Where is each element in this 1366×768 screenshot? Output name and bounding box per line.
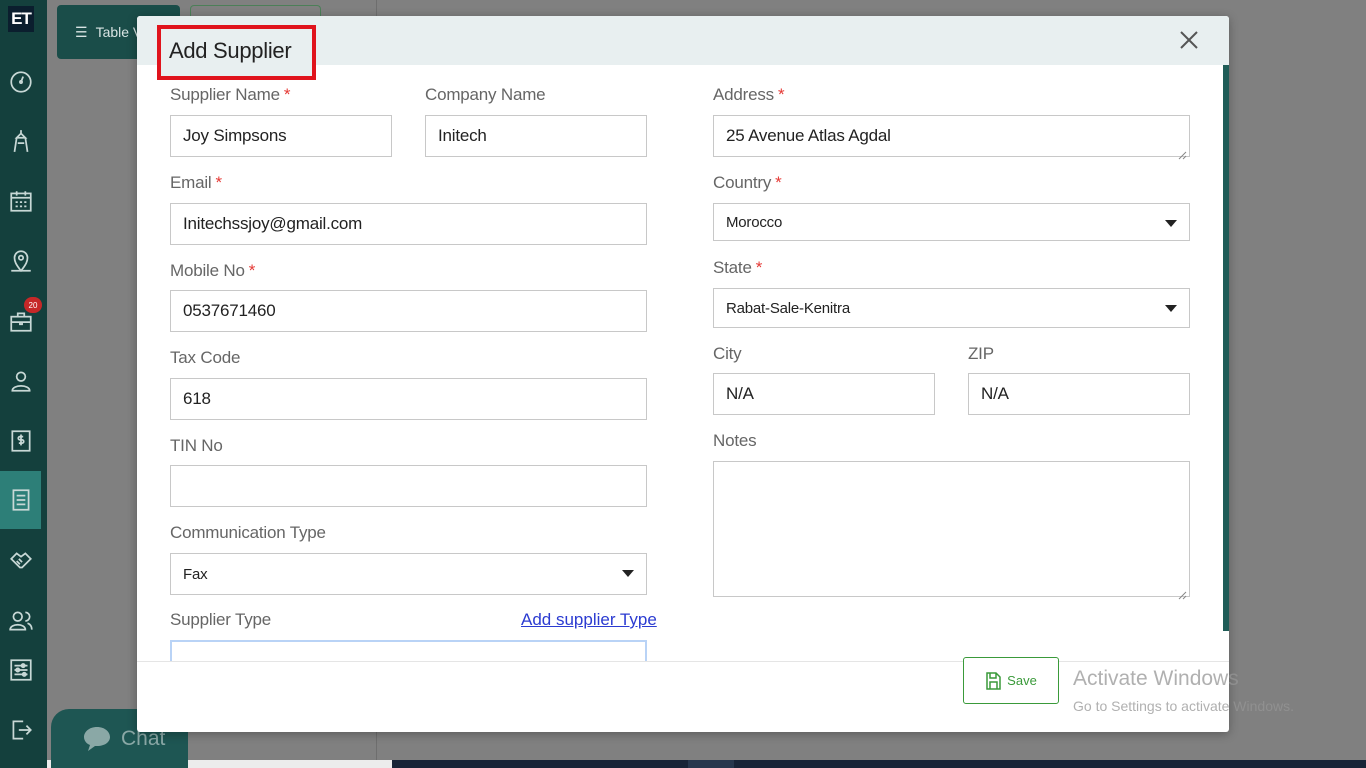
dashboard-icon[interactable] xyxy=(0,60,41,104)
communication-type-value: Fax xyxy=(183,565,208,583)
activate-windows-subtext: Go to Settings to activate Windows. xyxy=(1073,698,1294,714)
modal-footer-divider xyxy=(137,661,1229,662)
supplier-name-input[interactable]: Joy Simpsons xyxy=(170,115,392,157)
taskbar-item[interactable] xyxy=(688,760,734,768)
state-label: State * xyxy=(713,258,763,277)
chevron-down-icon xyxy=(622,570,634,577)
supplier-type-input[interactable] xyxy=(170,640,647,661)
tin-no-label: TIN No xyxy=(170,436,223,455)
supplier-type-label: Supplier Type xyxy=(170,610,272,629)
country-label: Country * xyxy=(713,173,782,192)
address-input[interactable]: 25 Avenue Atlas Agdal xyxy=(713,115,1190,160)
country-value: Morocco xyxy=(726,213,783,231)
email-label: Email * xyxy=(170,173,222,192)
notes-textarea[interactable] xyxy=(713,461,1190,600)
activate-windows-watermark: Activate Windows xyxy=(1073,667,1239,690)
supplier-name-label: Supplier Name * xyxy=(170,85,291,104)
filter-icon: ☰ xyxy=(75,23,88,40)
zip-input[interactable]: N/A xyxy=(968,373,1190,415)
country-select[interactable]: Morocco xyxy=(713,203,1190,241)
state-value: Rabat-Sale-Kenitra xyxy=(726,299,850,317)
mobile-no-input[interactable]: 0537671460 xyxy=(170,290,647,332)
company-name-label: Company Name xyxy=(425,85,546,104)
add-supplier-type-link[interactable]: Add supplier Type xyxy=(521,610,657,630)
address-value: 25 Avenue Atlas Agdal xyxy=(726,126,891,145)
resize-handle-icon[interactable] xyxy=(1178,145,1187,160)
tax-code-input[interactable]: 618 xyxy=(170,378,647,420)
list-icon[interactable] xyxy=(0,471,41,529)
add-supplier-modal: Add Supplier Supplier Name * Joy Simpsons… xyxy=(137,16,1229,732)
tin-no-input[interactable] xyxy=(170,465,647,507)
notification-badge: 20 xyxy=(24,297,42,313)
scrollbar[interactable] xyxy=(1223,65,1229,631)
save-label: Save xyxy=(1007,673,1037,688)
taskbar xyxy=(392,760,1366,768)
tax-code-label: Tax Code xyxy=(170,348,241,367)
app-logo: ET xyxy=(8,6,34,32)
modal-title: Add Supplier xyxy=(157,25,316,80)
mobile-no-label: Mobile No * xyxy=(170,261,256,280)
notes-label: Notes xyxy=(713,431,757,450)
city-label: City xyxy=(713,344,742,363)
save-button[interactable]: Save xyxy=(963,657,1059,704)
email-input[interactable]: Initechssjoy@gmail.com xyxy=(170,203,647,245)
address-label: Address * xyxy=(713,85,785,104)
city-input[interactable]: N/A xyxy=(713,373,935,415)
logout-icon[interactable] xyxy=(0,708,41,752)
map-pin-icon[interactable] xyxy=(0,239,41,283)
table-view-label: Table V xyxy=(95,24,143,40)
chevron-down-icon xyxy=(1165,305,1177,312)
chevron-down-icon xyxy=(1165,220,1177,227)
users-icon[interactable] xyxy=(0,599,41,643)
communication-type-label: Communication Type xyxy=(170,523,326,542)
calendar-icon[interactable] xyxy=(0,179,41,223)
handshake-icon[interactable] xyxy=(0,539,41,583)
close-icon[interactable] xyxy=(1177,28,1201,52)
resize-handle-icon[interactable] xyxy=(1178,585,1187,600)
user-icon[interactable] xyxy=(0,359,41,403)
sidebar: ET 20 xyxy=(0,0,47,768)
diamond-icon[interactable] xyxy=(0,119,41,163)
settings-sliders-icon[interactable] xyxy=(0,648,41,692)
company-name-input[interactable]: Initech xyxy=(425,115,647,157)
chat-bubble-icon xyxy=(84,726,110,751)
communication-type-select[interactable]: Fax xyxy=(170,553,647,595)
dollar-icon[interactable] xyxy=(0,419,41,463)
state-select[interactable]: Rabat-Sale-Kenitra xyxy=(713,288,1190,328)
zip-label: ZIP xyxy=(968,344,994,363)
save-icon xyxy=(986,671,1001,690)
